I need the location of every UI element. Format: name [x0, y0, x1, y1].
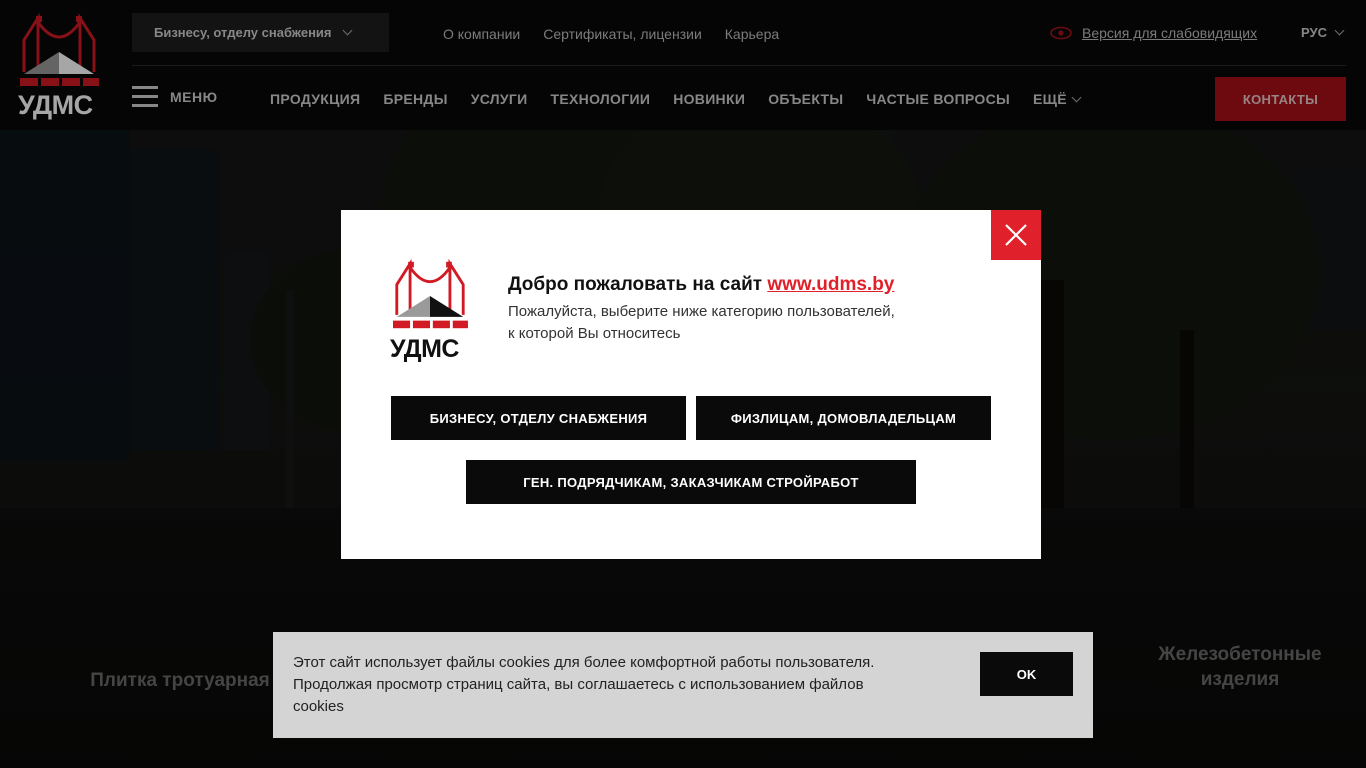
cookie-text-line3: cookies: [293, 698, 344, 715]
modal-subtitle-line2: к которой Вы относитесь: [508, 325, 681, 342]
cookie-text-line2: Продолжая просмотр страниц сайта, вы сог…: [293, 676, 864, 693]
modal-logo-text: УДМС: [390, 335, 459, 363]
cookie-text-line1: Этот сайт использует файлы cookies для б…: [293, 654, 875, 671]
close-icon: [1005, 224, 1027, 246]
bridge-logo-icon: [393, 258, 468, 329]
modal-title: Добро пожаловать на сайт www.udms.by: [508, 274, 894, 296]
individuals-button[interactable]: ФИЗЛИЦАМ, ДОМОВЛАДЕЛЬЦАМ: [696, 396, 991, 440]
cookie-ok-button[interactable]: OK: [980, 652, 1073, 696]
cookie-banner: Этот сайт использует файлы cookies для б…: [273, 632, 1093, 738]
contractors-button[interactable]: ГЕН. ПОДРЯДЧИКАМ, ЗАКАЗЧИКАМ СТРОЙРАБОТ: [466, 460, 916, 504]
modal-logo: УДМС: [390, 258, 470, 363]
business-button[interactable]: БИЗНЕСУ, ОТДЕЛУ СНАБЖЕНИЯ: [391, 396, 686, 440]
modal-close-button[interactable]: [991, 210, 1041, 260]
modal-subtitle: Пожалуйста, выберите ниже категорию поль…: [508, 301, 968, 345]
cookie-text: Этот сайт использует файлы cookies для б…: [293, 652, 953, 718]
welcome-modal: УДМС Добро пожаловать на сайт www.udms.b…: [341, 210, 1041, 559]
modal-site-link[interactable]: www.udms.by: [767, 274, 894, 295]
modal-subtitle-line1: Пожалуйста, выберите ниже категорию поль…: [508, 303, 895, 320]
modal-title-prefix: Добро пожаловать на сайт: [508, 274, 763, 295]
